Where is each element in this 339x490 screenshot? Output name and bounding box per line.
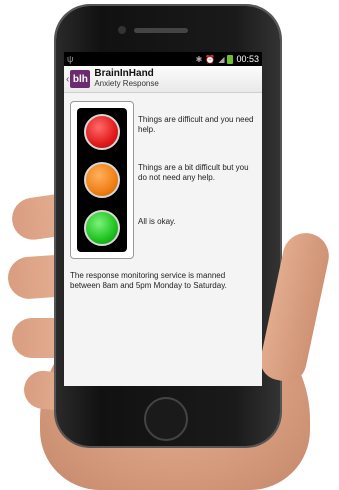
- phone-screen: ψ ✱ ⏰ ◢ 00:53 ‹ blh BrainInHand Anxiety …: [64, 52, 262, 386]
- app-title: BrainInHand: [94, 68, 154, 79]
- app-subtitle: Anxiety Response: [94, 79, 159, 88]
- orange-light-button[interactable]: [84, 162, 120, 198]
- back-chevron-icon[interactable]: ‹: [66, 74, 69, 85]
- earpiece-speaker: [134, 28, 188, 33]
- status-time: 00:53: [236, 54, 259, 64]
- main-content: Things are difficult and you need help. …: [64, 93, 262, 290]
- battery-icon: [227, 54, 234, 64]
- app-logo[interactable]: blh: [70, 70, 91, 88]
- usb-icon: ψ: [67, 54, 74, 64]
- orange-light-description: Things are a bit difficult but you do no…: [138, 163, 249, 182]
- front-camera: [118, 26, 126, 34]
- traffic-light-housing: [77, 108, 127, 252]
- service-hours-note: The response monitoring service is manne…: [70, 271, 227, 290]
- action-bar[interactable]: ‹ blh BrainInHand Anxiety Response: [64, 66, 262, 93]
- alarm-icon: ⏰: [205, 54, 216, 64]
- traffic-light: [70, 101, 134, 259]
- green-light-description: All is okay.: [138, 217, 176, 226]
- home-button[interactable]: [144, 397, 188, 441]
- red-light-description: Things are difficult and you need help.: [138, 115, 254, 134]
- red-light-button[interactable]: [84, 114, 120, 150]
- bluetooth-icon: ✱: [195, 54, 203, 64]
- signal-icon: ◢: [218, 54, 225, 64]
- green-light-button[interactable]: [84, 210, 120, 246]
- status-bar: ψ ✱ ⏰ ◢ 00:53: [64, 52, 262, 66]
